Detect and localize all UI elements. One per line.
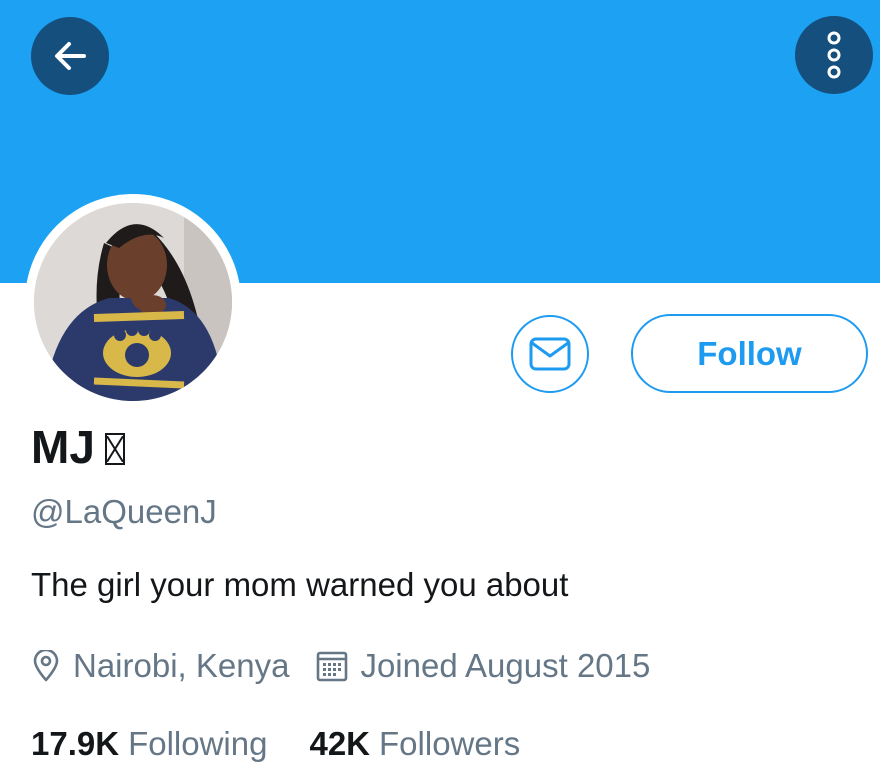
envelope-icon [529, 337, 571, 371]
profile-location: Nairobi, Kenya [73, 647, 290, 684]
avatar[interactable] [25, 194, 241, 410]
profile-page: Follow MJ @LaQueenJ The girl your mom wa… [0, 0, 880, 765]
missing-glyph-icon [104, 433, 125, 465]
followers-count: 42K [309, 725, 371, 762]
follow-button[interactable]: Follow [631, 314, 868, 393]
message-button[interactable] [511, 315, 589, 393]
profile-name: MJ [31, 419, 125, 475]
following-count: 17.9K [31, 725, 120, 762]
more-options-button[interactable] [795, 16, 873, 94]
followers-stat[interactable]: 42K Followers [309, 722, 520, 765]
profile-joined: Joined August 2015 [360, 647, 651, 684]
profile-meta: Nairobi, Kenya Joined August 2015 [31, 644, 650, 688]
follow-button-label: Follow [697, 334, 802, 372]
calendar-icon [316, 650, 348, 682]
followers-label: Followers [379, 725, 521, 762]
profile-stats: 17.9K Following 42K Followers [31, 722, 520, 765]
profile-bio: The girl your mom warned you about [31, 566, 569, 603]
following-label: Following [128, 725, 268, 762]
profile-name-text: MJ [31, 421, 95, 473]
profile-handle: @LaQueenJ [31, 493, 217, 530]
more-vertical-icon [827, 31, 841, 79]
arrow-left-icon [55, 42, 86, 70]
following-stat[interactable]: 17.9K Following [31, 722, 267, 765]
back-button[interactable] [31, 17, 109, 95]
avatar-photo [34, 203, 232, 401]
location-icon [31, 650, 61, 682]
